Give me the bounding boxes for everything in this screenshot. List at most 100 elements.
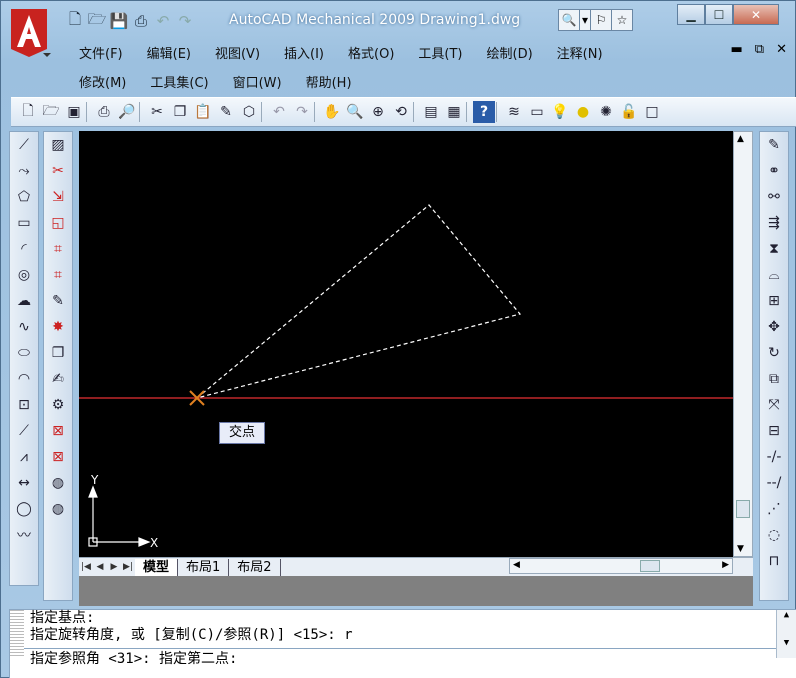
command-input-line[interactable]: 指定参照角 <31>: 指定第二点: <box>10 648 796 668</box>
scroll-right-icon[interactable]: ▶ <box>722 560 729 570</box>
first-tab-icon[interactable]: |◀ <box>79 560 93 575</box>
lock-icon[interactable]: 🔓 <box>618 101 640 123</box>
redo-icon[interactable]: ↷ <box>175 11 195 31</box>
scroll-down-icon[interactable]: ▼ <box>737 544 744 554</box>
zoom-previous-icon[interactable]: ⟲ <box>390 101 412 123</box>
delete-icon[interactable]: ⊠ <box>44 418 72 444</box>
break-icon[interactable]: ⌗ <box>44 236 72 262</box>
preview-icon[interactable]: 🔎 <box>116 101 138 123</box>
zoom-realtime-icon[interactable]: 🔍 <box>344 101 366 123</box>
rectangle-icon[interactable]: ▭ <box>10 210 38 236</box>
erase-icon[interactable]: ✎ <box>760 132 788 158</box>
annotate-icon[interactable]: ✍ <box>44 366 72 392</box>
erase-icon[interactable]: ⊠ <box>44 444 72 470</box>
save-icon[interactable]: 💾 <box>109 11 129 31</box>
communication-icon[interactable]: ⚐ <box>590 9 612 31</box>
menu-toolsets[interactable]: 工具集(C) <box>138 72 220 91</box>
offset-icon[interactable]: ⇶ <box>760 210 788 236</box>
doc-minimize-icon[interactable]: ▬ <box>731 42 743 57</box>
construction-line-icon[interactable]: ⟋ <box>10 418 38 444</box>
doc-close-icon[interactable]: ✕ <box>776 42 787 57</box>
trim-icon[interactable]: -/- <box>760 444 788 470</box>
drawing-canvas[interactable]: Y X <box>79 131 733 557</box>
cut-icon[interactable]: ✂ <box>146 101 168 123</box>
paste-icon[interactable]: 📋 <box>192 101 214 123</box>
match-properties-icon[interactable]: ✎ <box>215 101 237 123</box>
extend-icon[interactable]: ⇲ <box>44 184 72 210</box>
scroll-up-icon[interactable]: ▲ <box>777 610 796 620</box>
tab-layout2[interactable]: 布局2 <box>229 558 281 576</box>
rotate-icon[interactable]: ↻ <box>760 340 788 366</box>
menu-annotate[interactable]: 注释(N) <box>545 43 615 62</box>
horizontal-scrollbar[interactable]: ◀ ▶ <box>509 558 733 574</box>
undo-icon[interactable]: ↶ <box>268 101 290 123</box>
menu-insert[interactable]: 插入(I) <box>272 43 336 62</box>
prev-tab-icon[interactable]: ◀ <box>93 560 107 575</box>
plot-icon[interactable]: ⎙ <box>93 101 115 123</box>
menu-view[interactable]: 视图(V) <box>203 43 272 62</box>
circle-icon[interactable]: ◎ <box>10 262 38 288</box>
hscroll-thumb[interactable] <box>640 560 660 572</box>
next-tab-icon[interactable]: ▶ <box>107 560 121 575</box>
dimension-icon[interactable]: ↔ <box>10 470 38 496</box>
arc-icon[interactable]: ◜ <box>10 236 38 262</box>
copy-object-icon[interactable]: ⚭ <box>760 158 788 184</box>
edit-icon[interactable]: ✎ <box>44 288 72 314</box>
open-icon[interactable]: 🗁 <box>40 101 62 123</box>
mirror-icon[interactable]: ⧗ <box>760 236 788 262</box>
close-button[interactable]: ✕ <box>733 4 779 25</box>
revision-cloud-icon[interactable]: ☁ <box>10 288 38 314</box>
redo-icon[interactable]: ↷ <box>291 101 313 123</box>
minimize-button[interactable]: ▁ <box>677 4 705 25</box>
new-icon[interactable]: 🗋 <box>17 101 39 123</box>
sun-icon[interactable]: ● <box>572 101 594 123</box>
spline-icon[interactable]: ∿ <box>10 314 38 340</box>
freeze-icon[interactable]: ✺ <box>595 101 617 123</box>
layout-icon[interactable]: ❐ <box>44 340 72 366</box>
vertical-scrollbar[interactable]: ▲ ▼ <box>733 131 753 557</box>
chamfer-icon[interactable]: ⊓ <box>760 548 788 574</box>
layer-manager-icon[interactable]: ≋ <box>503 101 525 123</box>
chamfer-icon[interactable]: ◱ <box>44 210 72 236</box>
tab-layout1[interactable]: 布局1 <box>178 558 230 576</box>
favorites-icon[interactable]: ☆ <box>611 9 633 31</box>
calculator-icon[interactable]: ▦ <box>443 101 465 123</box>
polygon-icon[interactable]: ⬠ <box>10 184 38 210</box>
ellipse-icon[interactable]: ⬭ <box>10 340 38 366</box>
mirror-copy-icon[interactable]: ⚯ <box>760 184 788 210</box>
copy-icon[interactable]: ❐ <box>169 101 191 123</box>
ellipse-arc-icon[interactable]: ◠ <box>10 366 38 392</box>
new-icon[interactable]: 🗋 <box>65 10 85 31</box>
autocad-logo[interactable] <box>7 7 51 59</box>
multiline-icon[interactable]: ⩘ <box>10 444 38 470</box>
print-icon[interactable]: ⎙ <box>131 11 151 31</box>
doc-restore-icon[interactable]: ⧉ <box>755 42 764 57</box>
save-icon[interactable]: ▣ <box>63 101 85 123</box>
line-icon[interactable]: ⟋ <box>10 132 38 158</box>
break-icon[interactable]: ⋰ <box>760 496 788 522</box>
help-icon[interactable]: ? <box>473 101 495 123</box>
menu-window[interactable]: 窗口(W) <box>221 72 294 91</box>
menu-draw[interactable]: 绘制(D) <box>475 43 545 62</box>
trim-icon[interactable]: ✂ <box>44 158 72 184</box>
join-icon[interactable]: ⌗ <box>44 262 72 288</box>
block-editor-icon[interactable]: ⬡ <box>238 101 260 123</box>
scroll-thumb[interactable] <box>736 500 750 518</box>
render-icon[interactable]: ◍ <box>44 496 72 522</box>
properties-icon[interactable]: ▤ <box>420 101 442 123</box>
array-icon[interactable]: ⊞ <box>760 288 788 314</box>
zigzag-icon[interactable]: 〰 <box>10 522 38 548</box>
zoom-window-icon[interactable]: ⊕ <box>367 101 389 123</box>
menu-edit[interactable]: 编辑(E) <box>135 43 203 62</box>
scroll-up-icon[interactable]: ▲ <box>737 134 744 144</box>
globe-icon[interactable]: ◍ <box>44 470 72 496</box>
symbol-icon[interactable]: ⚙ <box>44 392 72 418</box>
last-tab-icon[interactable]: ▶| <box>121 560 135 575</box>
explode-icon[interactable]: ✸ <box>44 314 72 340</box>
stretch-icon[interactable]: ⤧ <box>760 392 788 418</box>
scale-icon[interactable]: ⧉ <box>760 366 788 392</box>
menu-modify[interactable]: 修改(M) <box>67 72 138 91</box>
pan-icon[interactable]: ✋ <box>321 101 343 123</box>
insert-block-icon[interactable]: ⊡ <box>10 392 38 418</box>
lightbulb-icon[interactable]: 💡 <box>549 101 571 123</box>
